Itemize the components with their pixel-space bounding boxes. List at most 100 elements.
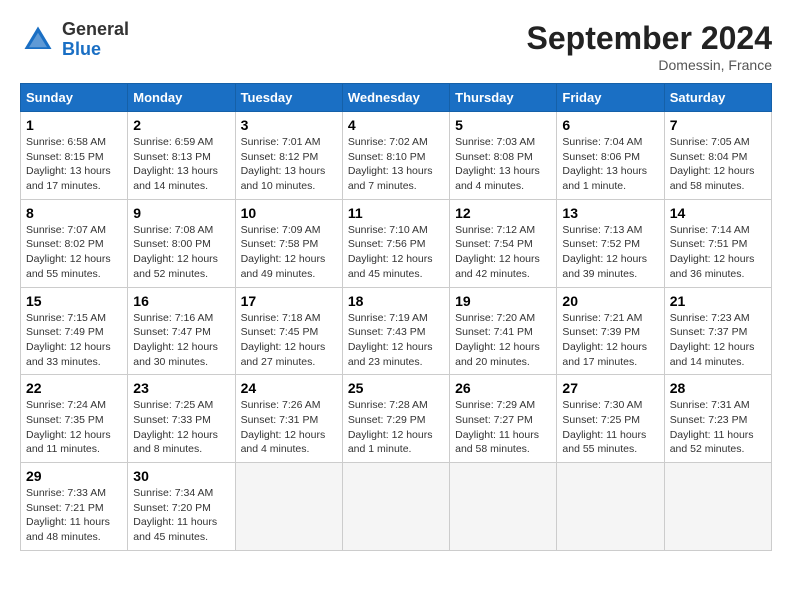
empty-cell: [450, 463, 557, 551]
day-info: Sunrise: 7:07 AM Sunset: 8:02 PM Dayligh…: [26, 223, 122, 282]
calendar-day-23: 23Sunrise: 7:25 AM Sunset: 7:33 PM Dayli…: [128, 375, 235, 463]
day-info: Sunrise: 7:24 AM Sunset: 7:35 PM Dayligh…: [26, 398, 122, 457]
day-number: 5: [455, 117, 551, 133]
day-number: 16: [133, 293, 229, 309]
calendar-week-2: 8 Sunrise: 7:07 AM Sunset: 8:02 PM Daylig…: [21, 199, 772, 287]
calendar-table: SundayMondayTuesdayWednesdayThursdayFrid…: [20, 83, 772, 551]
header-day-friday: Friday: [557, 84, 664, 112]
day-number: 30: [133, 468, 229, 484]
day-number: 24: [241, 380, 337, 396]
header-day-sunday: Sunday: [21, 84, 128, 112]
day-number: 21: [670, 293, 766, 309]
header-day-saturday: Saturday: [664, 84, 771, 112]
calendar-day-12: 12 Sunrise: 7:12 AM Sunset: 7:54 PM Dayli…: [450, 199, 557, 287]
day-number: 19: [455, 293, 551, 309]
calendar-day-13: 13Sunrise: 7:13 AM Sunset: 7:52 PM Dayli…: [557, 199, 664, 287]
calendar-day-16: 16Sunrise: 7:16 AM Sunset: 7:47 PM Dayli…: [128, 287, 235, 375]
calendar-day-17: 17Sunrise: 7:18 AM Sunset: 7:45 PM Dayli…: [235, 287, 342, 375]
calendar-day-6: 6 Sunrise: 7:04 AM Sunset: 8:06 PM Daylig…: [557, 112, 664, 200]
calendar-day-2: 2 Sunrise: 6:59 AM Sunset: 8:13 PM Daylig…: [128, 112, 235, 200]
calendar-day-19: 19 Sunrise: 7:20 AM Sunset: 7:41 PM Dayli…: [450, 287, 557, 375]
calendar-day-21: 21 Sunrise: 7:23 AM Sunset: 7:37 PM Dayli…: [664, 287, 771, 375]
empty-cell: [664, 463, 771, 551]
day-number: 6: [562, 117, 658, 133]
calendar-day-20: 20Sunrise: 7:21 AM Sunset: 7:39 PM Dayli…: [557, 287, 664, 375]
day-number: 23: [133, 380, 229, 396]
day-number: 10: [241, 205, 337, 221]
day-info: Sunrise: 7:12 AM Sunset: 7:54 PM Dayligh…: [455, 223, 551, 282]
day-info: Sunrise: 7:15 AM Sunset: 7:49 PM Dayligh…: [26, 311, 122, 370]
day-number: 25: [348, 380, 444, 396]
day-info: Sunrise: 7:13 AM Sunset: 7:52 PM Dayligh…: [562, 223, 658, 282]
day-info: Sunrise: 7:31 AM Sunset: 7:23 PM Dayligh…: [670, 398, 766, 457]
calendar-day-9: 9Sunrise: 7:08 AM Sunset: 8:00 PM Daylig…: [128, 199, 235, 287]
calendar-week-3: 15 Sunrise: 7:15 AM Sunset: 7:49 PM Dayli…: [21, 287, 772, 375]
day-info: Sunrise: 7:01 AM Sunset: 8:12 PM Dayligh…: [241, 135, 337, 194]
calendar-week-1: 1 Sunrise: 6:58 AM Sunset: 8:15 PM Daylig…: [21, 112, 772, 200]
logo-text: General Blue: [62, 20, 129, 60]
calendar-day-7: 7 Sunrise: 7:05 AM Sunset: 8:04 PM Daylig…: [664, 112, 771, 200]
logo-blue: Blue: [62, 39, 101, 59]
calendar-day-15: 15 Sunrise: 7:15 AM Sunset: 7:49 PM Dayli…: [21, 287, 128, 375]
calendar-day-24: 24Sunrise: 7:26 AM Sunset: 7:31 PM Dayli…: [235, 375, 342, 463]
calendar-day-29: 29 Sunrise: 7:33 AM Sunset: 7:21 PM Dayli…: [21, 463, 128, 551]
header-row: SundayMondayTuesdayWednesdayThursdayFrid…: [21, 84, 772, 112]
day-info: Sunrise: 7:30 AM Sunset: 7:25 PM Dayligh…: [562, 398, 658, 457]
calendar-day-14: 14 Sunrise: 7:14 AM Sunset: 7:51 PM Dayli…: [664, 199, 771, 287]
empty-cell: [235, 463, 342, 551]
calendar-day-26: 26Sunrise: 7:29 AM Sunset: 7:27 PM Dayli…: [450, 375, 557, 463]
calendar-day-22: 22 Sunrise: 7:24 AM Sunset: 7:35 PM Dayli…: [21, 375, 128, 463]
day-number: 7: [670, 117, 766, 133]
day-number: 8: [26, 205, 122, 221]
header-day-thursday: Thursday: [450, 84, 557, 112]
logo-general: General: [62, 19, 129, 39]
calendar-week-5: 29 Sunrise: 7:33 AM Sunset: 7:21 PM Dayli…: [21, 463, 772, 551]
day-info: Sunrise: 7:19 AM Sunset: 7:43 PM Dayligh…: [348, 311, 444, 370]
day-number: 2: [133, 117, 229, 133]
day-info: Sunrise: 7:14 AM Sunset: 7:51 PM Dayligh…: [670, 223, 766, 282]
calendar-header: SundayMondayTuesdayWednesdayThursdayFrid…: [21, 84, 772, 112]
calendar-day-10: 10Sunrise: 7:09 AM Sunset: 7:58 PM Dayli…: [235, 199, 342, 287]
location: Domessin, France: [527, 57, 772, 73]
day-info: Sunrise: 7:23 AM Sunset: 7:37 PM Dayligh…: [670, 311, 766, 370]
header-day-monday: Monday: [128, 84, 235, 112]
day-number: 15: [26, 293, 122, 309]
logo-icon: [20, 22, 56, 58]
calendar-day-4: 4 Sunrise: 7:02 AM Sunset: 8:10 PM Daylig…: [342, 112, 449, 200]
day-info: Sunrise: 7:02 AM Sunset: 8:10 PM Dayligh…: [348, 135, 444, 194]
day-info: Sunrise: 7:34 AM Sunset: 7:20 PM Dayligh…: [133, 486, 229, 545]
calendar-day-3: 3Sunrise: 7:01 AM Sunset: 8:12 PM Daylig…: [235, 112, 342, 200]
day-info: Sunrise: 7:04 AM Sunset: 8:06 PM Dayligh…: [562, 135, 658, 194]
day-info: Sunrise: 7:03 AM Sunset: 8:08 PM Dayligh…: [455, 135, 551, 194]
calendar-day-27: 27Sunrise: 7:30 AM Sunset: 7:25 PM Dayli…: [557, 375, 664, 463]
day-info: Sunrise: 7:05 AM Sunset: 8:04 PM Dayligh…: [670, 135, 766, 194]
calendar-week-4: 22 Sunrise: 7:24 AM Sunset: 7:35 PM Dayli…: [21, 375, 772, 463]
empty-cell: [557, 463, 664, 551]
day-info: Sunrise: 7:20 AM Sunset: 7:41 PM Dayligh…: [455, 311, 551, 370]
empty-cell: [342, 463, 449, 551]
day-number: 12: [455, 205, 551, 221]
calendar-day-11: 11Sunrise: 7:10 AM Sunset: 7:56 PM Dayli…: [342, 199, 449, 287]
day-number: 14: [670, 205, 766, 221]
day-info: Sunrise: 7:08 AM Sunset: 8:00 PM Dayligh…: [133, 223, 229, 282]
day-info: Sunrise: 7:29 AM Sunset: 7:27 PM Dayligh…: [455, 398, 551, 457]
day-info: Sunrise: 6:58 AM Sunset: 8:15 PM Dayligh…: [26, 135, 122, 194]
month-title: September 2024: [527, 20, 772, 57]
calendar-day-1: 1 Sunrise: 6:58 AM Sunset: 8:15 PM Daylig…: [21, 112, 128, 200]
day-number: 28: [670, 380, 766, 396]
day-info: Sunrise: 7:18 AM Sunset: 7:45 PM Dayligh…: [241, 311, 337, 370]
day-info: Sunrise: 7:10 AM Sunset: 7:56 PM Dayligh…: [348, 223, 444, 282]
calendar-day-8: 8 Sunrise: 7:07 AM Sunset: 8:02 PM Daylig…: [21, 199, 128, 287]
day-number: 22: [26, 380, 122, 396]
day-number: 4: [348, 117, 444, 133]
day-info: Sunrise: 7:33 AM Sunset: 7:21 PM Dayligh…: [26, 486, 122, 545]
day-number: 20: [562, 293, 658, 309]
day-info: Sunrise: 6:59 AM Sunset: 8:13 PM Dayligh…: [133, 135, 229, 194]
header-day-tuesday: Tuesday: [235, 84, 342, 112]
day-number: 29: [26, 468, 122, 484]
day-number: 1: [26, 117, 122, 133]
calendar-day-18: 18Sunrise: 7:19 AM Sunset: 7:43 PM Dayli…: [342, 287, 449, 375]
calendar-body: 1 Sunrise: 6:58 AM Sunset: 8:15 PM Daylig…: [21, 112, 772, 551]
calendar-day-30: 30 Sunrise: 7:34 AM Sunset: 7:20 PM Dayli…: [128, 463, 235, 551]
calendar-day-25: 25Sunrise: 7:28 AM Sunset: 7:29 PM Dayli…: [342, 375, 449, 463]
